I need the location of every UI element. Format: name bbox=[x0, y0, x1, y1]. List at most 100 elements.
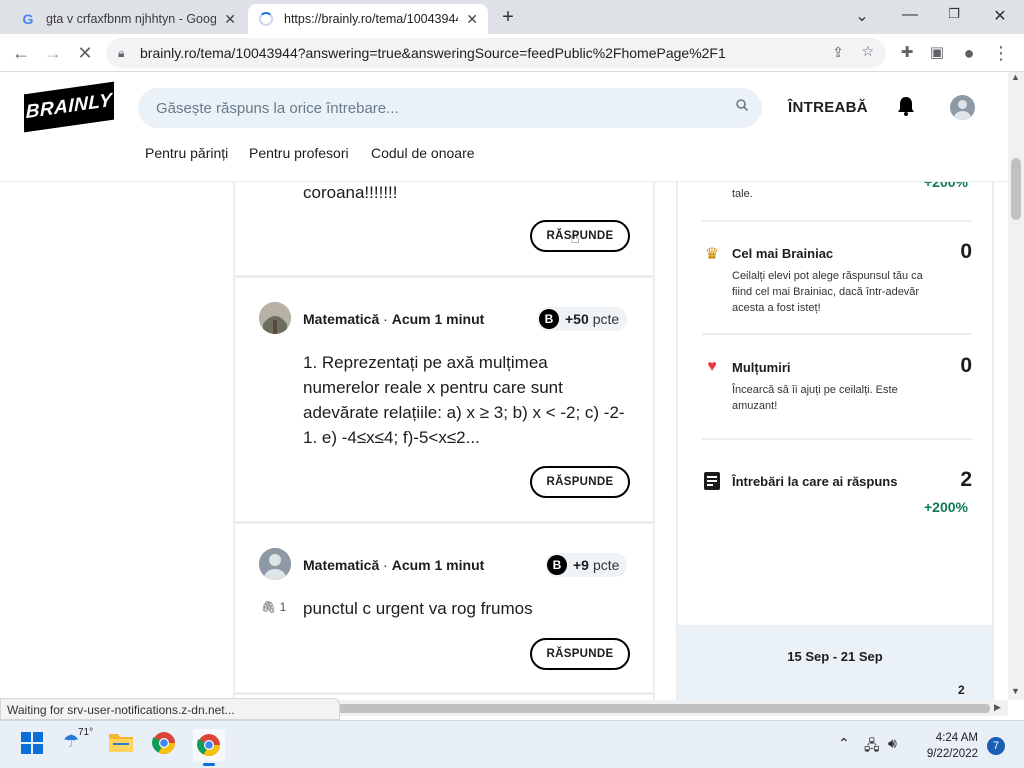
question-meta: Matematică · Acum 1 minut bbox=[303, 557, 484, 573]
new-tab-button[interactable]: + bbox=[498, 6, 518, 29]
profile-icon[interactable]: ● bbox=[958, 42, 980, 64]
close-tab-icon[interactable]: ✕ bbox=[224, 11, 236, 28]
tab-search-icon[interactable]: ⌄ bbox=[852, 6, 872, 26]
tray-chevron-up-icon[interactable]: ⌃ bbox=[838, 735, 850, 752]
points-badge: B +50 pcte bbox=[537, 307, 628, 331]
feed-divider bbox=[235, 521, 653, 524]
system-clock[interactable]: 4:24 AM 9/22/2022 bbox=[927, 730, 978, 762]
points-badge: B +9 pcte bbox=[545, 553, 628, 577]
tab-brainly[interactable]: https://brainly.ro/tema/10043944 ✕ bbox=[248, 4, 488, 34]
ask-question-button[interactable]: ÎNTREABĂ bbox=[788, 99, 868, 116]
subject-link[interactable]: Matematică bbox=[303, 311, 379, 327]
url-text: brainly.ro/tema/10043944?answering=true&… bbox=[140, 45, 726, 61]
crown-icon: ♛ bbox=[704, 246, 720, 263]
close-window-button[interactable]: ✕ bbox=[990, 6, 1010, 26]
brainly-logo[interactable]: BRAINLY bbox=[24, 81, 114, 133]
stats-divider bbox=[702, 438, 972, 440]
nav-parents-link[interactable]: Pentru părinți bbox=[145, 145, 228, 161]
active-app-indicator bbox=[203, 763, 215, 766]
notification-badge[interactable]: 7 bbox=[987, 737, 1005, 755]
stat-description: Ceilalți elevi pot alege răspunsul tău c… bbox=[732, 270, 923, 314]
scroll-up-arrow-icon[interactable]: ▲ bbox=[1011, 72, 1020, 82]
browser-toolbar: ← → ✕ 🔒︎ brainly.ro/tema/10043944?answer… bbox=[0, 34, 1024, 72]
stats-divider bbox=[702, 333, 972, 335]
week-range: 15 Sep - 21 Sep bbox=[787, 649, 883, 664]
answer-button[interactable]: RĂSPUNDE bbox=[530, 638, 630, 670]
volume-icon[interactable]: 🔊︎ bbox=[888, 735, 897, 752]
share-icon[interactable]: ⇪ bbox=[832, 44, 844, 61]
answer-button[interactable]: RĂSPUNDE bbox=[530, 220, 630, 252]
paperclip-icon: 🖇︎ bbox=[261, 600, 277, 614]
subject-link[interactable]: Matematică bbox=[303, 557, 379, 573]
stat-value: 0 bbox=[960, 240, 972, 263]
search-placeholder: Găsește răspuns la orice întrebare... bbox=[156, 99, 399, 117]
avatar[interactable] bbox=[259, 302, 291, 334]
loading-spinner bbox=[258, 11, 274, 27]
horizontal-scroll-thumb[interactable] bbox=[338, 704, 990, 713]
vertical-scroll-thumb[interactable] bbox=[1011, 158, 1021, 220]
extensions-puzzle-icon[interactable]: ✚ bbox=[896, 42, 918, 64]
menu-kebab-icon[interactable]: ⋮ bbox=[990, 42, 1012, 64]
stats-panel: tale. +200% ♛ Cel mai Brainiac 0 Ceilalț… bbox=[676, 174, 994, 700]
document-list-icon bbox=[702, 472, 722, 492]
windows-start-icon[interactable] bbox=[20, 731, 48, 759]
user-avatar[interactable] bbox=[950, 95, 975, 120]
close-tab-icon[interactable]: ✕ bbox=[466, 11, 478, 28]
search-icon[interactable] bbox=[736, 99, 749, 114]
chrome-icon[interactable] bbox=[152, 731, 180, 759]
stat-title: Cel mai Brainiac bbox=[732, 246, 834, 261]
tab-google[interactable]: G gta v crfaxfbnm njhhtyn - Google ✕ bbox=[10, 4, 246, 34]
notification-bell-icon[interactable] bbox=[897, 96, 915, 121]
minimize-button[interactable]: — bbox=[900, 6, 920, 24]
address-bar[interactable]: 🔒︎ brainly.ro/tema/10043944?answering=tr… bbox=[106, 38, 886, 68]
question-time: Acum 1 minut bbox=[391, 311, 485, 327]
site-header: BRAINLY Găsește răspuns la orice întreba… bbox=[0, 72, 1008, 182]
question-line: adevărate relațiile: a) x ≥ 3; b) x < -2… bbox=[303, 403, 625, 422]
tab-title: https://brainly.ro/tema/10043944 bbox=[284, 12, 459, 26]
question-line: numerelor reale x pentru care sunt bbox=[303, 378, 563, 397]
scroll-down-arrow-icon[interactable]: ▼ bbox=[1011, 686, 1020, 696]
search-input[interactable]: Găsește răspuns la orice întrebare... bbox=[138, 88, 762, 128]
weather-temp: 71° bbox=[78, 727, 94, 738]
question-time: Acum 1 minut bbox=[391, 557, 485, 573]
bar-value-label: 2 bbox=[958, 683, 965, 697]
restore-button[interactable]: ❐ bbox=[944, 6, 964, 22]
browser-tab-strip: G gta v crfaxfbnm njhhtyn - Google ✕ htt… bbox=[0, 0, 1024, 34]
points-value: +50 bbox=[565, 311, 589, 327]
avatar[interactable] bbox=[259, 548, 291, 580]
clock-time: 4:24 AM bbox=[935, 732, 978, 744]
attachment-count: 🖇︎ 1 bbox=[261, 600, 286, 614]
meta-separator: · bbox=[379, 557, 392, 573]
feed-divider bbox=[235, 275, 653, 278]
brainly-page: coroana!!!!!!! RĂSPUNDE ☝ Matematică · A… bbox=[0, 72, 1008, 700]
bookmark-star-icon[interactable]: ☆ bbox=[861, 43, 874, 60]
question-text[interactable]: punctul c urgent va rog frumos bbox=[303, 596, 533, 621]
heart-icon: ♥ bbox=[707, 358, 717, 375]
google-g-icon: G bbox=[22, 11, 34, 27]
answer-button[interactable]: RĂSPUNDE bbox=[530, 466, 630, 498]
question-line: 1. Reprezentați pe axă mulțimea bbox=[303, 353, 548, 372]
points-unit: pcte bbox=[592, 311, 620, 327]
feed-divider bbox=[235, 692, 653, 695]
vertical-scrollbar[interactable]: ▲ ▼ bbox=[1008, 72, 1024, 700]
file-explorer-icon[interactable] bbox=[108, 731, 136, 759]
weather-umbrella-icon[interactable]: ☂ 71° bbox=[63, 727, 93, 759]
nav-teachers-link[interactable]: Pentru profesori bbox=[249, 145, 349, 161]
chrome-active-icon[interactable] bbox=[193, 729, 225, 766]
question-meta: Matematică · Acum 1 minut bbox=[303, 311, 484, 327]
stat-description: tale. bbox=[732, 188, 753, 200]
network-icon[interactable]: 🖧︎ bbox=[864, 735, 880, 759]
stop-loading-icon[interactable]: ✕ bbox=[74, 42, 96, 64]
forward-arrow-icon[interactable]: → bbox=[42, 42, 64, 64]
browser-status-bar: Waiting for srv-user-notifications.z-dn.… bbox=[0, 698, 340, 720]
scroll-right-arrow-icon[interactable]: ▶ bbox=[994, 702, 1001, 713]
back-arrow-icon[interactable]: ← bbox=[10, 42, 32, 64]
question-text[interactable]: 1. Reprezentați pe axă mulțimea numerelo… bbox=[303, 350, 625, 450]
side-panel-icon[interactable]: ▣ bbox=[926, 42, 948, 64]
clock-date: 9/22/2022 bbox=[926, 748, 978, 760]
brainly-points-icon: B bbox=[547, 555, 567, 575]
stat-title: Mulțumiri bbox=[732, 360, 791, 375]
brainly-points-icon: B bbox=[539, 309, 559, 329]
question-line: punctul c urgent va rog frumos bbox=[303, 599, 533, 618]
nav-honor-code-link[interactable]: Codul de onoare bbox=[371, 145, 475, 161]
